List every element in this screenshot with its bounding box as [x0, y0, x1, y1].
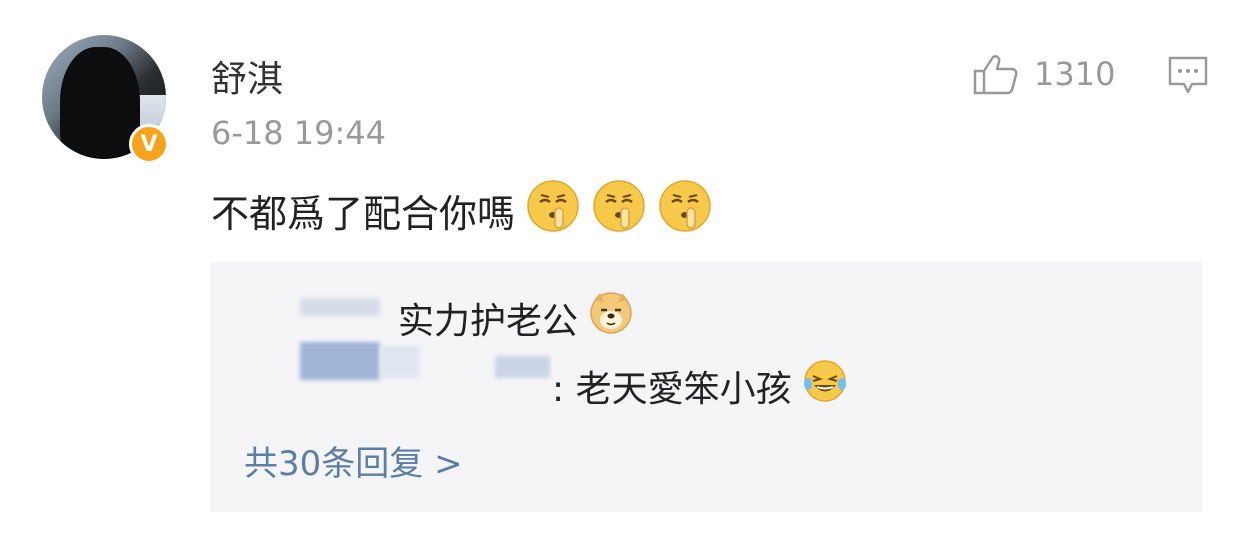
- avatar-silhouette: [60, 47, 140, 159]
- comment-text: 不都爲了配合你嗎: [211, 192, 516, 236]
- blurred-username: [300, 298, 380, 316]
- thumbs-up-icon: [973, 55, 1018, 95]
- doge-emoji: [588, 290, 634, 345]
- like-button[interactable]: 1310: [972, 53, 1115, 95]
- username[interactable]: 舒淇: [211, 50, 283, 102]
- like-count: 1310: [1034, 55, 1116, 93]
- blurred-username: [380, 346, 420, 378]
- reply-item[interactable]: : 老天愛笨小孩: [552, 358, 848, 413]
- laughing-tears-emoji: [802, 358, 848, 413]
- reply-item[interactable]: 实力护老公: [398, 290, 634, 345]
- shush-face-emoji: [657, 178, 713, 243]
- blurred-username: [300, 342, 380, 380]
- timestamp: 6-18 19:44: [211, 114, 387, 152]
- reply-text: 实力护老公: [398, 300, 579, 342]
- more-replies-link[interactable]: 共30条回复 >: [244, 436, 463, 485]
- comment-icon: [1168, 56, 1208, 94]
- shush-face-emoji: [525, 178, 581, 243]
- shush-face-emoji: [591, 178, 647, 243]
- verified-badge-icon: V: [129, 124, 169, 164]
- blurred-username: [495, 356, 550, 378]
- reply-text: : 老天愛笨小孩: [552, 368, 792, 410]
- comment-text-row: 不都爲了配合你嗎: [211, 178, 713, 243]
- reply-button[interactable]: [1168, 56, 1208, 100]
